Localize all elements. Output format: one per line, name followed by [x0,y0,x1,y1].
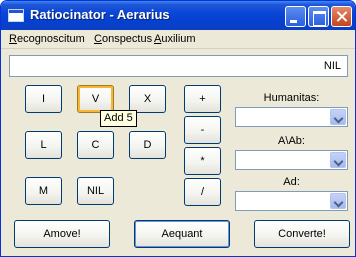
from-label: A\Ab: [278,135,305,147]
from-select[interactable] [235,150,348,170]
multiply-button[interactable]: * [184,147,221,175]
menu-auxilium[interactable]: Auxilium [154,33,196,45]
humanitas-label: Humanitas: [263,92,320,104]
numeral-button-m[interactable]: M [25,177,62,205]
equals-button[interactable]: Aequant [134,220,230,248]
add-button[interactable]: + [184,85,221,113]
menu-recognoscitum-label: ecognoscitum [16,33,85,45]
numeral-button-v[interactable]: V [77,85,114,113]
divide-button[interactable]: / [184,178,221,206]
menu-recognoscitum-accel: R [9,33,17,45]
menu-conspectus-accel: C [94,33,102,45]
menu-conspectus[interactable]: Conspectus [94,33,152,45]
chevron-down-icon[interactable] [330,109,346,125]
menu-bar: Recognoscitum Conspectus Auxilium [1,30,355,49]
numeral-button-i[interactable]: I [25,85,62,113]
to-label: Ad: [283,176,300,188]
numeral-button-d[interactable]: D [129,131,166,159]
chevron-down-icon[interactable] [330,193,346,209]
convert-button[interactable]: Converte! [254,220,350,248]
minimize-icon[interactable] [285,6,306,27]
subtract-button[interactable]: - [184,116,221,144]
maximize-icon[interactable] [308,6,329,27]
numeral-button-l[interactable]: L [25,131,62,159]
result-display: NIL [9,55,348,77]
menu-recognoscitum[interactable]: Recognoscitum [9,33,85,45]
to-select[interactable] [235,191,348,211]
menu-auxilium-label: uxilium [161,33,196,45]
close-icon[interactable] [331,6,352,27]
window-title: Ratiocinator - Aerarius [30,7,170,22]
numeral-button-x[interactable]: X [129,85,166,113]
humanitas-select[interactable] [235,107,348,127]
numeral-button-c[interactable]: C [77,131,114,159]
app-window-icon [8,9,24,22]
numeral-button-nil[interactable]: NIL [77,177,114,205]
menu-conspectus-label: onspectus [101,33,153,45]
app-window: Ratiocinator - Aerarius Recognoscitum Co… [0,0,356,257]
clear-button[interactable]: Amove! [14,220,110,248]
title-bar[interactable]: Ratiocinator - Aerarius [1,1,355,30]
chevron-down-icon[interactable] [330,152,346,168]
button-tooltip: Add 5 [100,110,137,127]
